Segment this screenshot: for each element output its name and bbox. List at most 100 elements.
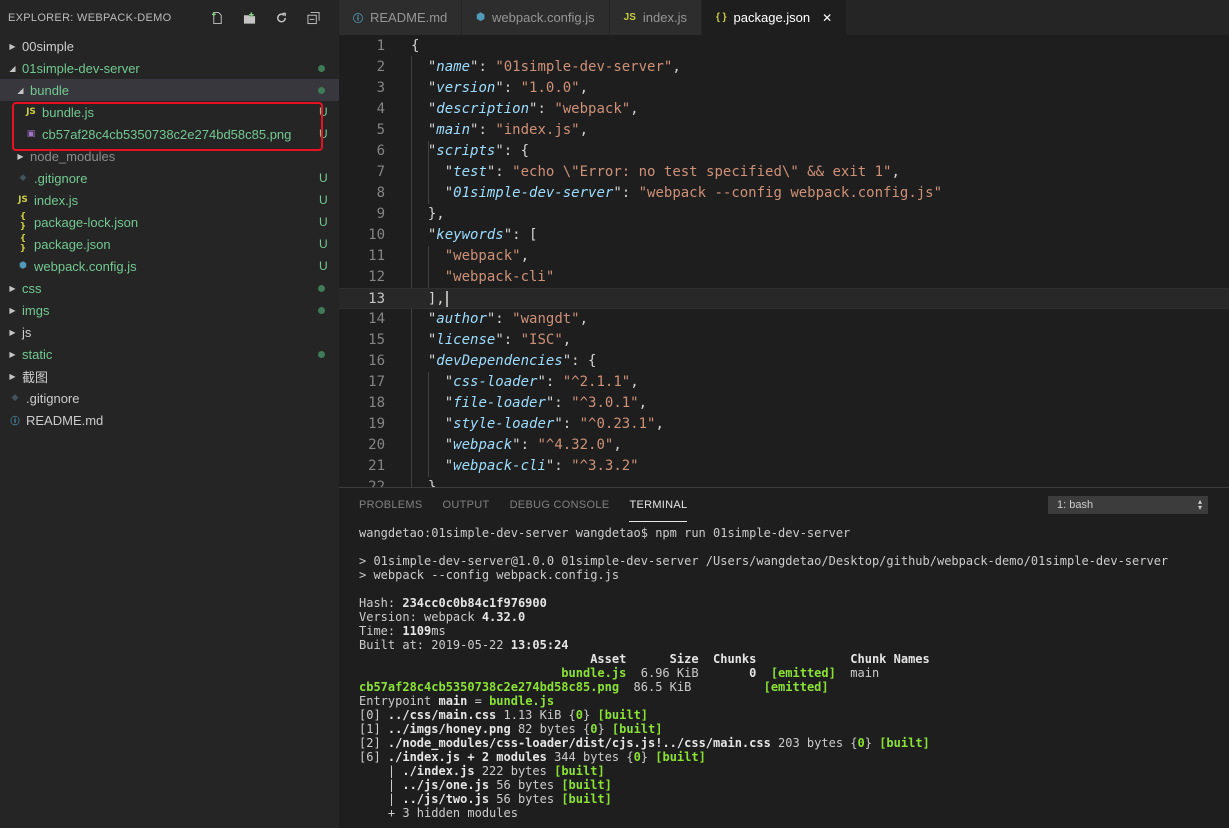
code-text: "name": "01simple-dev-server", xyxy=(411,57,681,78)
code-token: 01simple-dev-server xyxy=(453,185,614,201)
git-file-icon: ◆ xyxy=(11,393,19,403)
tree-item-gitignore[interactable]: ◆ .gitignore xyxy=(0,387,339,409)
code-text: "version": "1.0.0", xyxy=(411,78,588,99)
close-icon[interactable]: ✕ xyxy=(822,11,832,25)
terminal-token: 344 bytes { xyxy=(546,750,634,764)
tree-item-package-lock-json[interactable]: { } package-lock.json U xyxy=(0,211,339,233)
code-line: 16 "devDependencies": { xyxy=(339,351,1229,372)
chevron-right-icon: ▶ xyxy=(9,371,16,381)
bottom-panel: PROBLEMS OUTPUT DEBUG CONSOLE TERMINAL 1: b… xyxy=(339,487,1229,828)
tree-item-[interactable]: ▶ 截图 xyxy=(0,365,339,387)
tree-item-label: static xyxy=(22,346,53,362)
terminal-token: [emitted] xyxy=(770,666,836,680)
terminal-token: 56 bytes xyxy=(489,792,562,806)
tree-item-package-json[interactable]: { } package.json U xyxy=(0,233,339,255)
terminal-token: main xyxy=(835,666,880,680)
terminal-token: cb57af28c4cb5350738c2e274bd58c85.png xyxy=(359,680,620,694)
explorer-title: EXPLORER: WEBPACK-DEMO xyxy=(8,11,172,24)
line-number: 2 xyxy=(376,59,385,75)
code-token: " xyxy=(411,227,437,243)
refresh-icon[interactable] xyxy=(275,11,288,24)
git-modified-dot xyxy=(318,86,325,94)
tree-item-bundle[interactable]: ◢ bundle xyxy=(0,79,339,101)
text-cursor xyxy=(445,291,448,307)
tree-item-static[interactable]: ▶ static xyxy=(0,343,339,365)
select-arrows-icon: ▴ ▾ xyxy=(1197,497,1202,512)
terminal-token: ./index.js + 2 modules xyxy=(387,750,547,764)
info-file-icon: ⓘ xyxy=(10,416,20,427)
panel-tab-terminal[interactable]: TERMINAL xyxy=(629,488,688,522)
tree-item-readme-md[interactable]: ⓘ README.md xyxy=(0,409,339,431)
git-status-badge: U xyxy=(319,237,328,251)
tree-item-index-js[interactable]: JS index.js U xyxy=(0,189,339,211)
code-token: "^4.32.0" xyxy=(537,437,614,453)
code-line: 9 }, xyxy=(339,204,1229,225)
code-token: " xyxy=(411,122,437,138)
chevron-right-icon: ▶ xyxy=(9,305,16,315)
terminal-token: 203 bytes { xyxy=(770,736,858,750)
tab-readme-md[interactable]: ⓘ README.md xyxy=(339,0,463,35)
collapse-all-icon[interactable] xyxy=(307,11,320,24)
shell-select[interactable]: 1: bash ▴ ▾ xyxy=(1048,496,1208,514)
code-line: 12 "webpack-cli" xyxy=(339,267,1229,288)
editor-tabs: ⓘ README.md ⬢ webpack.config.js JS index.js { … xyxy=(339,0,1229,35)
code-token: , xyxy=(672,59,681,75)
tree-item-js[interactable]: ▶ js xyxy=(0,321,339,343)
tab-webpack-config-js[interactable]: ⬢ webpack.config.js xyxy=(462,0,610,35)
line-number: 8 xyxy=(376,185,385,201)
code-token: ": xyxy=(545,458,572,474)
tree-item-node-modules[interactable]: ▶ node_modules xyxy=(0,145,339,167)
terminal-token: 6.96 KiB xyxy=(626,666,750,680)
code-token: , xyxy=(562,332,572,348)
tree-item-01simple-dev-server[interactable]: ◢ 01simple-dev-server xyxy=(0,57,339,79)
git-status-badge: U xyxy=(319,259,328,273)
terminal-line: > webpack --config webpack.config.js xyxy=(359,568,1168,582)
code-token: "ISC" xyxy=(520,332,563,348)
tree-item-gitignore[interactable]: ◆ .gitignore U xyxy=(0,167,339,189)
code-token: ": xyxy=(486,164,513,180)
code-text: "css-loader": "^2.1.1", xyxy=(411,372,639,393)
line-number: 17 xyxy=(368,374,385,390)
tab-index-js[interactable]: JS index.js xyxy=(609,0,702,35)
panel-tab-debug-console[interactable]: DEBUG CONSOLE xyxy=(510,488,610,522)
new-folder-icon[interactable] xyxy=(243,11,256,24)
code-text: }, xyxy=(411,204,445,225)
git-status-badge: U xyxy=(319,215,328,229)
code-token: ], xyxy=(411,291,445,307)
terminal-token: 234cc0c0b84c1f976900 xyxy=(402,596,547,610)
code-text: "author": "wangdt", xyxy=(411,309,588,330)
tree-item-label: bundle xyxy=(30,82,70,98)
code-token: " xyxy=(411,395,454,411)
tree-item-webpack-config-js[interactable]: ⬢ webpack.config.js U xyxy=(0,255,339,277)
chevron-right-icon: ▶ xyxy=(9,327,16,337)
code-text: "license": "ISC", xyxy=(411,330,571,351)
code-token: name xyxy=(436,59,471,75)
tree-item-bundle-js[interactable]: JS bundle.js U xyxy=(0,101,339,123)
line-number: 18 xyxy=(368,395,385,411)
tree-item-css[interactable]: ▶ css xyxy=(0,277,339,299)
terminal-token: ms xyxy=(431,624,446,638)
json-file-icon: { } xyxy=(715,12,727,23)
tree-item-imgs[interactable]: ▶ imgs xyxy=(0,299,339,321)
code-token: ": xyxy=(613,185,639,201)
terminal-token: [2] xyxy=(359,736,388,750)
panel-tab-problems[interactable]: PROBLEMS xyxy=(359,488,423,522)
new-file-icon[interactable] xyxy=(211,11,224,24)
terminal-token: } xyxy=(597,722,612,736)
code-editor[interactable]: 1{2 "name": "01simple-dev-server", 3 "ver… xyxy=(339,35,1229,487)
panel-tab-output[interactable]: OUTPUT xyxy=(443,488,490,522)
terminal-line: Hash: 234cc0c0b84c1f976900 xyxy=(359,596,1168,610)
terminal-token: 13:05:24 xyxy=(510,638,569,652)
tab-package-json[interactable]: { } package.json ✕ xyxy=(701,0,848,35)
code-text: "webpack-cli" xyxy=(411,267,555,288)
tree-item-cb57af28c4cb5350738c2e274bd58c85-png[interactable]: ▣ cb57af28c4cb5350738c2e274bd58c85.png U xyxy=(0,123,339,145)
code-text: "webpack", xyxy=(411,246,529,267)
code-token: test xyxy=(453,164,487,180)
terminal-output[interactable]: wangdetao:01simple-dev-server wangdetao$… xyxy=(359,526,1168,820)
terminal-token: > webpack --config webpack.config.js xyxy=(359,568,620,582)
line-number: 6 xyxy=(376,143,385,159)
terminal-token: [1] xyxy=(359,722,388,736)
line-number: 4 xyxy=(376,101,385,117)
tree-item-00simple[interactable]: ▶ 00simple xyxy=(0,35,339,57)
